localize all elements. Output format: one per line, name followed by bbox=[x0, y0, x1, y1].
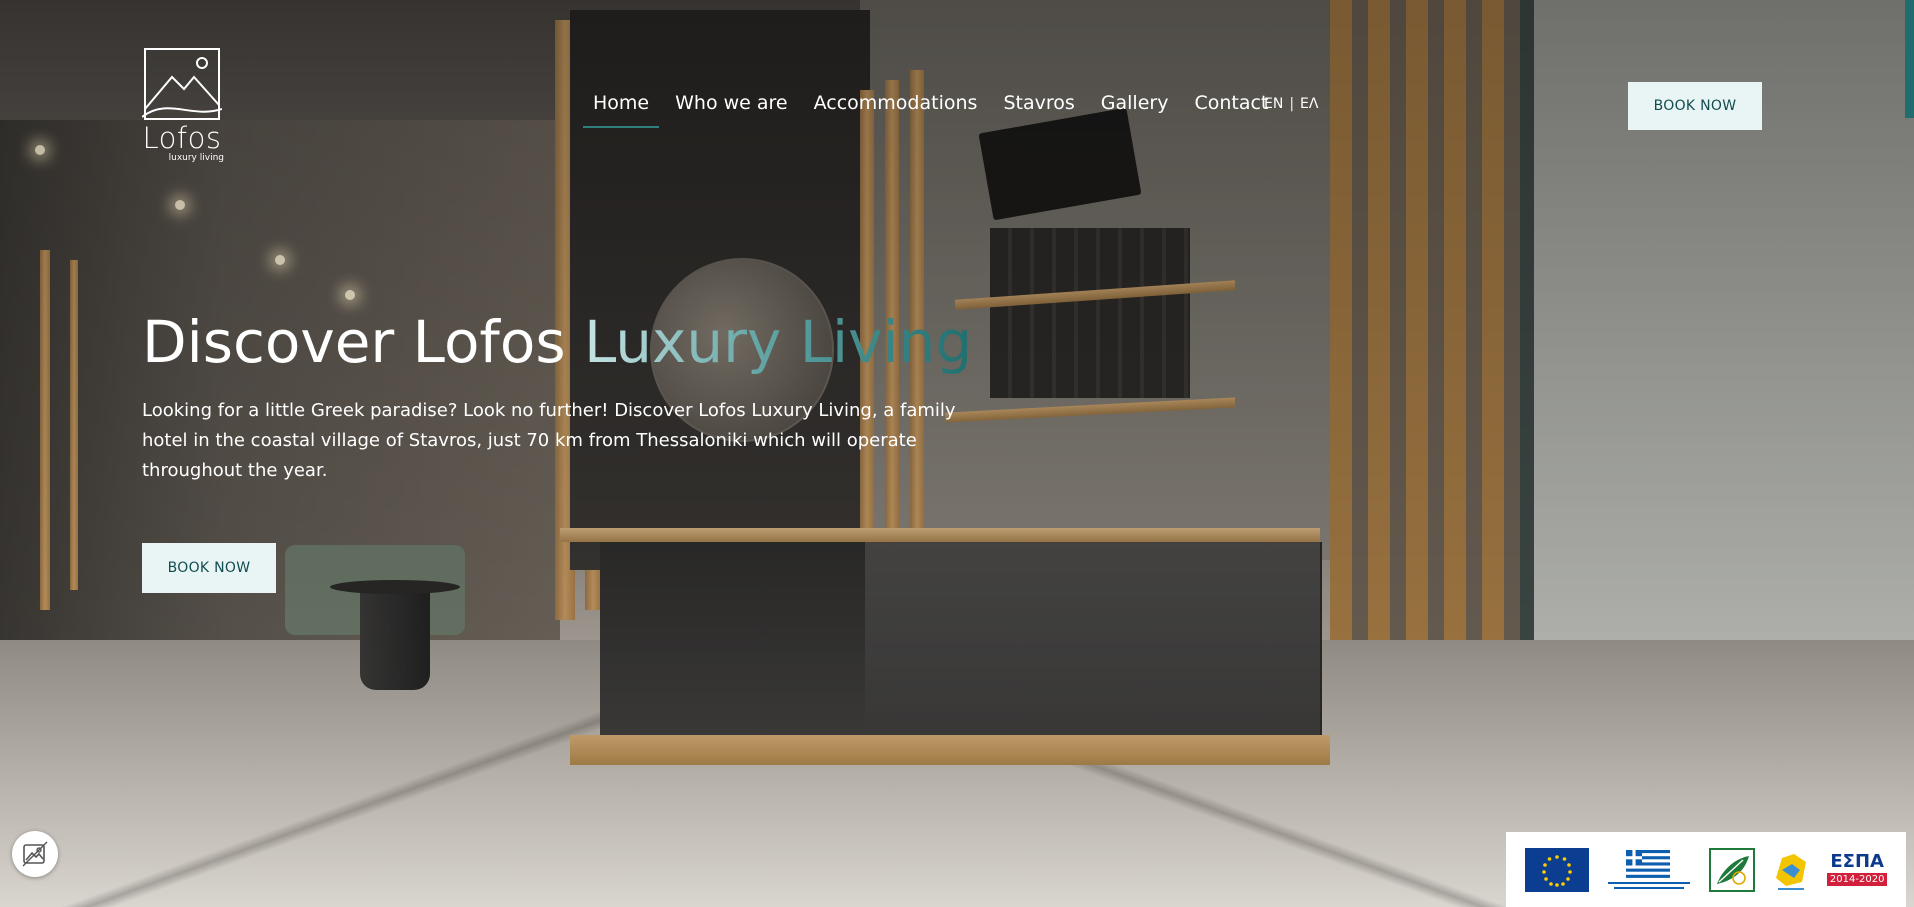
scroll-indicator bbox=[1905, 0, 1914, 118]
main-navigation: Home Who we are Accommodations Stavros G… bbox=[580, 90, 1281, 130]
accessibility-image-icon bbox=[22, 841, 48, 867]
hero-title-accent: Luxury Living bbox=[584, 308, 973, 376]
nav-item-accommodations[interactable]: Accommodations bbox=[801, 90, 991, 130]
mountain-logo-icon bbox=[142, 48, 222, 120]
logo-name: Lofos bbox=[142, 121, 222, 155]
nav-item-gallery[interactable]: Gallery bbox=[1088, 90, 1182, 130]
nav-item-home[interactable]: Home bbox=[580, 90, 662, 130]
greek-flag-logo bbox=[1606, 848, 1692, 892]
language-switcher: EN | EΛ bbox=[1264, 96, 1318, 112]
language-en-link[interactable]: EN bbox=[1264, 96, 1283, 112]
hero-title: Discover Lofos Luxury Living bbox=[142, 306, 972, 378]
accessibility-widget-button[interactable] bbox=[12, 831, 58, 877]
language-separator: | bbox=[1289, 96, 1295, 112]
hero-title-main: Discover Lofos bbox=[142, 308, 584, 376]
hero-description: Looking for a little Greek paradise? Loo… bbox=[142, 400, 956, 481]
funding-logos-banner[interactable]: ΕΣΠΑ 2014-2020 bbox=[1506, 832, 1906, 907]
site-logo[interactable]: Lofos luxury living bbox=[134, 47, 230, 165]
leader-logo bbox=[1708, 847, 1755, 892]
nav-item-who-we-are[interactable]: Who we are bbox=[662, 90, 801, 130]
espa-logo-years: 2014-2020 bbox=[1826, 873, 1888, 886]
region-logo bbox=[1772, 848, 1810, 892]
header-book-now-button[interactable]: BOOK NOW bbox=[1628, 82, 1762, 130]
nav-item-stavros[interactable]: Stavros bbox=[990, 90, 1087, 130]
language-el-link[interactable]: EΛ bbox=[1300, 96, 1318, 112]
hero-book-now-button[interactable]: BOOK NOW bbox=[142, 543, 276, 593]
espa-logo: ΕΣΠΑ 2014-2020 bbox=[1826, 851, 1888, 886]
logo-tagline: luxury living bbox=[168, 153, 224, 163]
espa-logo-text: ΕΣΠΑ bbox=[1830, 851, 1884, 872]
eu-flag-logo bbox=[1524, 847, 1589, 892]
